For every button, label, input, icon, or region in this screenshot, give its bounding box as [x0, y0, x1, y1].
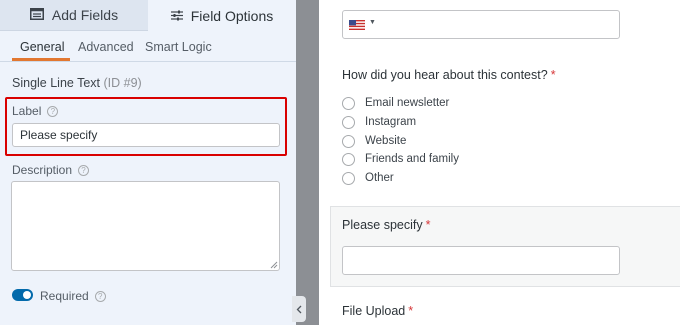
required-marker: *: [425, 218, 431, 232]
phone-input[interactable]: ▼: [342, 10, 620, 39]
radio-option[interactable]: Email newsletter: [342, 96, 449, 110]
radio-label: Friends and family: [365, 153, 459, 165]
radio-option[interactable]: Instagram: [342, 115, 416, 129]
required-toggle[interactable]: [12, 289, 33, 301]
radio-button[interactable]: [342, 115, 355, 129]
label-caption: Label ?: [12, 104, 59, 118]
tab-add-fields[interactable]: Add Fields: [0, 0, 148, 31]
required-caption: Required ?: [40, 289, 106, 303]
subtab-general[interactable]: General: [20, 40, 64, 54]
specify-field-title: Please specify *: [342, 218, 430, 232]
panel-tabs: Add Fields Field Options: [0, 0, 296, 31]
help-icon[interactable]: ?: [47, 105, 59, 117]
collapse-panel-button[interactable]: [292, 296, 306, 322]
us-flag-icon[interactable]: [349, 20, 365, 30]
radio-button[interactable]: [342, 96, 355, 110]
radio-label: Email newsletter: [365, 97, 450, 109]
active-subtab-indicator: [12, 58, 70, 61]
radio-label: Instagram: [365, 116, 417, 128]
sliders-icon: [170, 8, 183, 24]
subtab-advanced[interactable]: Advanced: [78, 40, 134, 54]
description-caption-text: Description: [12, 163, 73, 177]
field-type-title: Single Line Text (ID #9): [12, 76, 142, 90]
radio-option[interactable]: Website: [342, 134, 406, 148]
form-icon: [29, 7, 44, 23]
field-type-label: Single Line Text: [12, 76, 101, 90]
radio-option[interactable]: Other: [342, 171, 394, 185]
upload-title-text: File Upload: [342, 304, 406, 318]
subtab-smart-logic[interactable]: Smart Logic: [145, 40, 212, 54]
required-marker: *: [408, 304, 414, 318]
tab-add-fields-label: Add Fields: [51, 7, 119, 23]
contest-question: How did you hear about this contest? *: [342, 68, 556, 82]
radio-button[interactable]: [342, 134, 355, 148]
label-caption-text: Label: [12, 104, 42, 118]
label-input[interactable]: [12, 123, 280, 147]
specify-title-text: Please specify: [342, 218, 423, 232]
field-options-panel: Add Fields Field Options General Advance…: [0, 0, 296, 325]
specify-input[interactable]: [342, 246, 620, 275]
field-id-label: (ID #9): [103, 76, 142, 90]
upload-field-title: File Upload *: [342, 304, 413, 318]
description-caption: Description ?: [12, 163, 90, 177]
radio-label: Other: [365, 172, 394, 184]
tab-field-options-label: Field Options: [190, 7, 274, 24]
required-marker: *: [550, 68, 556, 82]
required-label: Required: [40, 289, 89, 303]
resize-handle-icon[interactable]: [270, 261, 278, 269]
tab-field-options[interactable]: Field Options: [148, 0, 296, 31]
description-textarea[interactable]: [11, 181, 280, 271]
radio-button[interactable]: [342, 171, 355, 185]
radio-label: Website: [365, 135, 407, 147]
panel-divider: [296, 0, 319, 325]
question-text: How did you hear about this contest?: [342, 68, 548, 82]
radio-option[interactable]: Friends and family: [342, 152, 459, 166]
radio-button[interactable]: [342, 152, 355, 166]
caret-down-icon[interactable]: ▼: [369, 19, 376, 26]
chevron-left-icon: [296, 305, 302, 313]
help-icon[interactable]: ?: [94, 290, 106, 302]
toggle-knob: [23, 291, 31, 299]
help-icon[interactable]: ?: [78, 164, 90, 176]
